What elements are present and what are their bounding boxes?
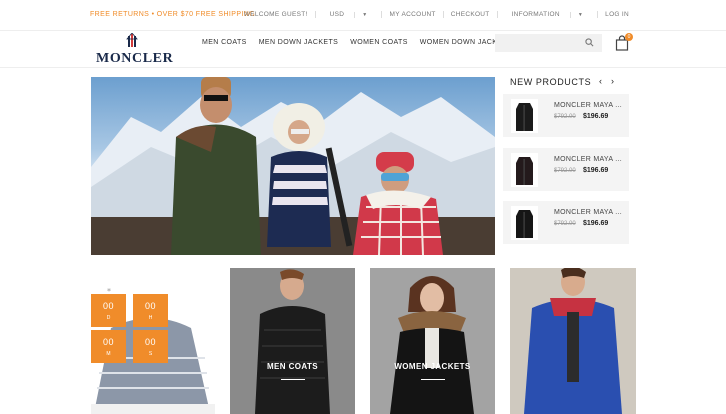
- list-item[interactable]: MONCLER MAYA ... $792.00 $196.69: [503, 201, 629, 244]
- product-price: $196.69: [583, 220, 609, 227]
- chevron-right-icon[interactable]: ›: [611, 76, 614, 86]
- countdown-value: 00: [102, 301, 114, 311]
- my-account-link[interactable]: MY ACCOUNT: [381, 11, 442, 18]
- hero-banner[interactable]: [91, 77, 495, 255]
- cart-count-badge: 0: [625, 33, 633, 41]
- checkout-link[interactable]: CHECKOUT: [442, 11, 497, 18]
- product-price: $196.69: [583, 167, 609, 174]
- product-image: [510, 268, 636, 414]
- countdown-unit: D: [106, 315, 111, 321]
- main-nav: MEN COATS MEN DOWN JACKETS WOMEN COATS W…: [202, 39, 512, 46]
- chevron-down-icon: ▼: [354, 12, 375, 18]
- product-photo-tile[interactable]: [510, 268, 636, 414]
- product-name[interactable]: MONCLER MAYA ...: [554, 209, 622, 216]
- login-link[interactable]: LOG IN: [597, 11, 636, 18]
- product-thumbnail[interactable]: [511, 99, 538, 133]
- logo-text: MONCLER: [96, 51, 174, 66]
- search-icon[interactable]: [585, 38, 594, 47]
- product-thumbnail[interactable]: [511, 153, 538, 187]
- product-name[interactable]: MONCLER MAYA ...: [554, 102, 622, 109]
- hero-image: [91, 77, 495, 255]
- top-bar: FREE RETURNS • OVER $70 FREE SHIPPING WE…: [0, 0, 726, 31]
- countdown-unit: S: [148, 351, 153, 357]
- category-tile-men-coats[interactable]: MEN COATS: [230, 268, 355, 414]
- countdown-value: 00: [102, 337, 114, 347]
- nav-men-coats[interactable]: MEN COATS: [202, 39, 247, 46]
- main-header: MONCLER MEN COATS MEN DOWN JACKETS WOMEN…: [0, 32, 726, 68]
- category-image: [370, 268, 495, 414]
- information-menu[interactable]: INFORMATION ▼: [496, 11, 598, 18]
- nav-women-coats[interactable]: WOMEN COATS: [350, 39, 408, 46]
- divider: [280, 379, 305, 380]
- countdown-minutes: 00 M: [91, 330, 126, 363]
- list-item[interactable]: MONCLER MAYA ... $792.00 $196.69: [503, 148, 629, 191]
- chevron-down-icon: ▼: [569, 12, 591, 18]
- countdown-days: 00 D: [91, 294, 126, 327]
- countdown-unit: M: [106, 351, 111, 357]
- search-input[interactable]: [495, 34, 602, 52]
- top-nav: WELCOME GUEST! USD ▼ MY ACCOUNT CHECKOUT …: [237, 11, 636, 18]
- currency-label: USD: [329, 11, 345, 18]
- product-price: $196.69: [583, 113, 609, 120]
- category-label: WOMEN JACKETS: [394, 362, 471, 371]
- product-old-price: $792.00: [554, 221, 576, 227]
- logo[interactable]: MONCLER: [96, 32, 176, 68]
- list-item[interactable]: MONCLER MAYA ... $792.00 $196.69: [503, 94, 629, 137]
- new-products-title: NEW PRODUCTS: [510, 77, 592, 87]
- divider: [420, 379, 445, 380]
- product-old-price: $792.00: [554, 168, 576, 174]
- countdown-unit: H: [148, 315, 153, 321]
- category-label: MEN COATS: [266, 362, 318, 371]
- countdown-value: 00: [144, 301, 156, 311]
- chevron-left-icon[interactable]: ‹: [599, 76, 602, 86]
- countdown-value: 00: [144, 337, 156, 347]
- countdown-seconds: 00 S: [133, 330, 168, 363]
- new-products-nav: ‹ ›: [599, 76, 614, 86]
- category-tile-women-jackets[interactable]: WOMEN JACKETS: [370, 268, 495, 414]
- information-label: INFORMATION: [511, 11, 560, 18]
- logo-mark-icon: [126, 33, 138, 47]
- product-old-price: $792.00: [554, 114, 576, 120]
- product-thumbnail[interactable]: [511, 206, 538, 240]
- deal-countdown-tile[interactable]: * 00 D 00 H 00 M 00 S: [91, 268, 215, 414]
- category-image: [230, 268, 355, 414]
- nav-men-down-jackets[interactable]: MEN DOWN JACKETS: [259, 39, 339, 46]
- promo-text: FREE RETURNS • OVER $70 FREE SHIPPING: [90, 11, 256, 18]
- product-name[interactable]: MONCLER MAYA ...: [554, 156, 622, 163]
- welcome-text: WELCOME GUEST!: [243, 11, 308, 18]
- countdown-hours: 00 H: [133, 294, 168, 327]
- currency-selector[interactable]: USD ▼: [314, 11, 382, 18]
